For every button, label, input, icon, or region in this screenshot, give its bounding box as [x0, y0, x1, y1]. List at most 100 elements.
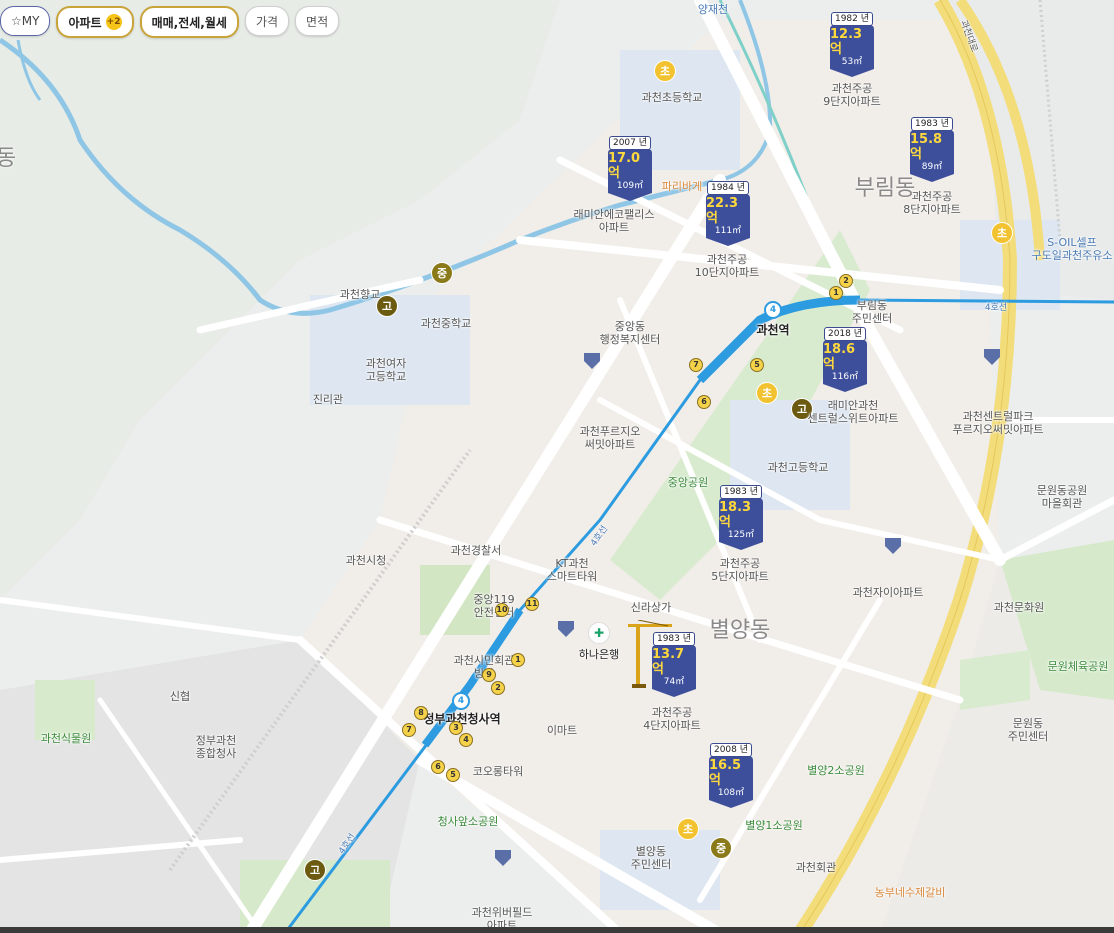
school-elementary-icon[interactable]: 초 — [677, 818, 699, 840]
label-munwon-park: 문원동공원 마을회관 — [1036, 484, 1088, 510]
apartment-name: 래미안과천 센트럴스위트아파트 — [807, 399, 899, 425]
school-elementary-icon[interactable]: 초 — [756, 382, 778, 404]
price-marker[interactable]: 1982 년 12.3억 53㎡ — [829, 12, 875, 77]
trade-type-label: 매매,전세,월세 — [151, 15, 227, 30]
label-shinhyup: 신협 — [169, 690, 191, 703]
label-soil: S-OIL셀프 구도일과천주유소 — [1031, 236, 1113, 262]
dong-label-left: 동 — [0, 146, 17, 171]
apartment-complex-icon[interactable] — [982, 347, 1002, 365]
label-gwacheon-hall: 과천회관 — [795, 861, 837, 874]
label-cheongsa-park: 청사앞소공원 — [437, 815, 499, 828]
marker-area: 89㎡ — [921, 162, 943, 172]
station-exit[interactable]: 8 — [414, 706, 428, 720]
filter-bar: ☆ MY 아파트 +2 매매,전세,월세 가격 면적 — [0, 6, 340, 38]
school-middle-icon[interactable]: 중 — [431, 262, 453, 284]
apartment-complex-icon[interactable] — [582, 351, 602, 369]
station-exit[interactable]: 2 — [491, 681, 505, 695]
marker-year: 2007 년 — [608, 136, 652, 150]
price-marker[interactable]: 1983 년 13.7억 74㎡ — [651, 632, 697, 697]
label-kolon-tower: 코오롱타워 — [472, 765, 524, 778]
marker-area: 53㎡ — [841, 57, 863, 67]
station-exit[interactable]: 2 — [839, 274, 853, 288]
apartment-complex-icon[interactable] — [883, 536, 903, 554]
bottom-bar — [0, 927, 1114, 933]
marker-year: 2018 년 — [823, 327, 867, 341]
marker-year: 1984 년 — [706, 181, 750, 195]
apartment-name: 과천주공 9단지아파트 — [823, 82, 881, 108]
line4-icon[interactable]: 4 — [452, 692, 470, 710]
price-marker[interactable]: 1983 년 18.3억 125㎡ — [718, 485, 764, 550]
label-gwacheon-station: 과천역 — [756, 323, 790, 337]
area-filter-chip[interactable]: 면적 — [295, 6, 340, 36]
station-exit[interactable]: 11 — [525, 597, 539, 611]
label-line4-a: 4호선 — [984, 303, 1008, 313]
apartment-complex-icon[interactable] — [493, 848, 513, 866]
label-119-center: 중앙119 안전센터 — [473, 593, 515, 619]
station-exit[interactable]: 1 — [511, 653, 525, 667]
label-culture-center: 과천문화원 — [993, 601, 1045, 614]
apartment-badge: +2 — [105, 14, 122, 30]
price-filter-chip[interactable]: 가격 — [244, 6, 290, 36]
label-gwacheon-middle: 과천중학교 — [420, 317, 472, 330]
label-police: 과천경찰서 — [450, 544, 502, 557]
apartment-name: 과천주공 4단지아파트 — [643, 706, 701, 732]
station-exit[interactable]: 5 — [446, 768, 460, 782]
station-exit[interactable]: 6 — [431, 760, 445, 774]
apartment-label: 아파트 — [68, 15, 102, 30]
label-galbi: 농부네수제갈비 — [874, 886, 946, 899]
label-emart: 이마트 — [546, 724, 578, 737]
label-sports-park: 문원체육공원 — [1047, 660, 1109, 673]
marker-price: 13.7억 — [652, 647, 685, 677]
school-elementary-icon[interactable]: 초 — [654, 60, 676, 82]
apartment-filter-chip[interactable]: 아파트 +2 — [56, 6, 134, 38]
school-high-icon[interactable]: 고 — [304, 859, 326, 881]
my-label: MY — [21, 14, 40, 28]
label-paris-baguette: 파리바게 — [661, 180, 703, 193]
station-exit[interactable]: 1 — [829, 286, 843, 300]
hana-bank-icon[interactable]: ✚ — [588, 622, 610, 644]
station-exit[interactable]: 7 — [689, 358, 703, 372]
label-gwacheon-hyanggyo: 과천향교 — [339, 288, 381, 301]
station-exit[interactable]: 3 — [449, 721, 463, 735]
marker-area: 111㎡ — [714, 226, 742, 236]
marker-area: 74㎡ — [663, 677, 685, 687]
dong-label-byeolyang: 별양동 — [709, 618, 771, 643]
marker-price: 16.5억 — [709, 758, 742, 788]
apartment-name: 과천주공 10단지아파트 — [694, 253, 760, 279]
school-middle-icon[interactable]: 중 — [710, 837, 732, 859]
label-burim-center: 부림동 주민센터 — [851, 299, 893, 325]
trade-type-filter-chip[interactable]: 매매,전세,월세 — [139, 6, 239, 38]
station-exit[interactable]: 9 — [482, 668, 496, 682]
marker-area: 109㎡ — [616, 181, 644, 191]
line4-icon[interactable]: 4 — [764, 301, 782, 319]
label-prugio-summit: 과천푸르지오 써밋아파트 — [579, 425, 641, 451]
school-high-icon[interactable]: 고 — [376, 295, 398, 317]
price-marker[interactable]: 1984 년 22.3억 111㎡ — [705, 181, 751, 246]
label-gwacheon-elementary: 과천초등학교 — [641, 91, 703, 104]
label-girls-high: 과천여자 고등학교 — [365, 357, 407, 383]
price-marker[interactable]: 1983 년 15.8억 89㎡ — [909, 117, 955, 182]
station-exit[interactable]: 6 — [697, 395, 711, 409]
station-exit[interactable]: 10 — [495, 603, 509, 617]
school-elementary-icon[interactable]: 초 — [991, 222, 1013, 244]
station-exit[interactable]: 4 — [459, 733, 473, 747]
marker-area: 125㎡ — [727, 530, 755, 540]
my-filter-chip[interactable]: ☆ MY — [0, 6, 51, 36]
star-icon: ☆ — [11, 14, 22, 28]
marker-year: 1983 년 — [652, 632, 696, 646]
station-exit[interactable]: 5 — [750, 358, 764, 372]
label-shilla-mall: 신라상가 — [630, 601, 672, 614]
marker-price: 22.3억 — [706, 196, 739, 226]
price-marker[interactable]: 2008 년 16.5억 108㎡ — [708, 743, 754, 808]
label-hana-bank: 하나은행 — [578, 648, 620, 661]
label-byeolyang-center: 별양동 주민센터 — [630, 845, 672, 871]
label-gov-complex: 정부과천 종합청사 — [195, 734, 237, 760]
map-canvas[interactable]: ☆ MY 아파트 +2 매매,전세,월세 가격 면적 부림동 별양동 동 양재천 과… — [0, 0, 1114, 933]
apartment-complex-icon[interactable] — [556, 619, 576, 637]
price-marker[interactable]: 2007 년 17.0억 109㎡ — [607, 136, 653, 201]
marker-price: 12.3억 — [830, 27, 863, 57]
station-exit[interactable]: 7 — [402, 723, 416, 737]
label-byeolyang1-park: 별양1소공원 — [745, 819, 803, 832]
marker-area: 108㎡ — [717, 788, 745, 798]
price-marker[interactable]: 2018 년 18.6억 116㎡ — [822, 327, 868, 392]
